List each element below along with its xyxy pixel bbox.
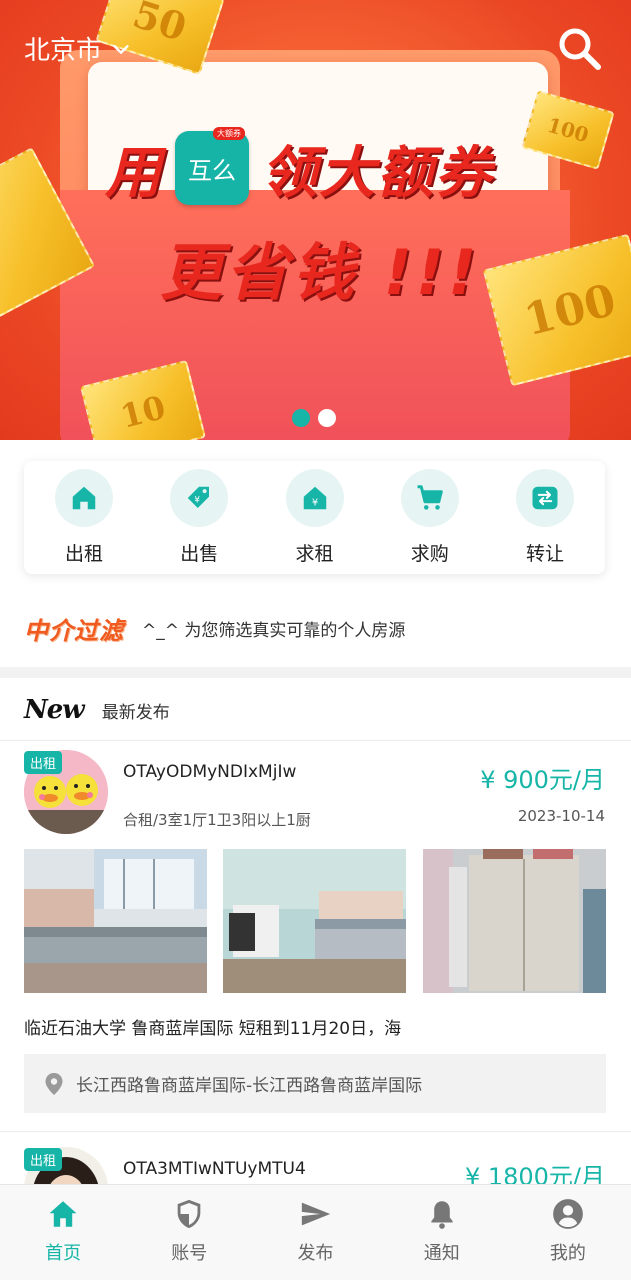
listing-user-name: OTA3MTIwNTUyMTU4 (123, 1159, 306, 1179)
listing-photo[interactable] (24, 849, 207, 993)
svg-text:¥: ¥ (195, 495, 201, 505)
banner-headline-1: 用 互么 大额券 领大额券 (105, 127, 493, 206)
category-seek-buy[interactable]: 求购 (384, 461, 476, 574)
banner-headline-2: 更省钱 !!! (160, 236, 481, 309)
carousel-dot[interactable] (318, 409, 336, 427)
category-sell[interactable]: ¥ 出售 (153, 461, 245, 574)
location-pin-icon (45, 1072, 63, 1095)
chevron-down-icon (113, 44, 129, 54)
house-icon (72, 486, 96, 510)
city-label: 北京市 (24, 36, 103, 66)
listing-description: 临近石油大学 鲁商蓝岸国际 短租到11月20日，海 (24, 1019, 402, 1039)
tab-publish[interactable]: 发布 (252, 1185, 378, 1280)
app-logo: 互么 大额券 (175, 127, 249, 205)
listing-address[interactable]: 长江西路鲁商蓝岸国际-长江西路鲁商蓝岸国际 (24, 1054, 606, 1113)
category-transfer[interactable]: 转让 (499, 461, 591, 574)
agent-filter-banner[interactable]: 中介过滤 ^_^ 为您筛选真实可靠的个人房源 (24, 612, 406, 645)
carousel-dot-active[interactable] (292, 409, 310, 427)
listing-date: 2023-10-14 (517, 807, 605, 825)
send-icon (301, 1202, 330, 1226)
promo-banner[interactable]: 用 互么 大额券 领大额券 更省钱 !!! 50 100 100 10 北京市 (0, 0, 631, 440)
agent-filter-text: ^_^ 为您筛选真实可靠的个人房源 (142, 620, 406, 641)
yen-house-icon: ¥ (303, 486, 326, 510)
price-tag-icon: ¥ (188, 486, 210, 508)
category-rent-out[interactable]: 出租 (38, 461, 130, 574)
search-icon[interactable] (555, 24, 603, 72)
listing-price: ¥ 900元/月 (480, 766, 605, 794)
svg-text:¥: ¥ (311, 498, 317, 509)
agent-filter-logo: 中介过滤 (24, 616, 124, 645)
tab-home[interactable]: 首页 (0, 1185, 126, 1280)
shield-icon (177, 1199, 201, 1229)
listing-user-name: OTAyODMyNDIxMjIw (123, 762, 297, 782)
listing-photo[interactable] (423, 849, 606, 993)
section-divider (0, 667, 631, 678)
cart-icon (417, 485, 443, 510)
category-bar: 出租 ¥ 出售 ¥ 求租 求购 转让 (24, 461, 605, 574)
account-circle-icon (553, 1199, 583, 1229)
listing-type-badge: 出租 (24, 1148, 63, 1171)
tab-notifications[interactable]: 通知 (379, 1185, 505, 1280)
latest-section-header: New 最新发布 (24, 692, 170, 728)
bottom-tab-bar: 首页 账号 发布 通知 我的 (0, 1184, 631, 1280)
latest-title: 最新发布 (101, 702, 170, 723)
tab-account[interactable]: 账号 (126, 1185, 252, 1280)
transfer-icon (532, 486, 558, 510)
city-selector[interactable]: 北京市 (24, 30, 132, 67)
category-seek-rent[interactable]: ¥ 求租 (269, 461, 361, 574)
home-icon (49, 1201, 77, 1227)
listing-type-badge: 出租 (24, 751, 63, 774)
carousel-indicator (292, 409, 336, 427)
listing-photo[interactable] (223, 849, 406, 993)
new-logo: New (24, 695, 85, 725)
tab-profile[interactable]: 我的 (505, 1185, 631, 1280)
listing-room-type: 合租/3室1厅1卫3阳以上1厨 (123, 811, 311, 829)
bell-icon (431, 1201, 453, 1229)
